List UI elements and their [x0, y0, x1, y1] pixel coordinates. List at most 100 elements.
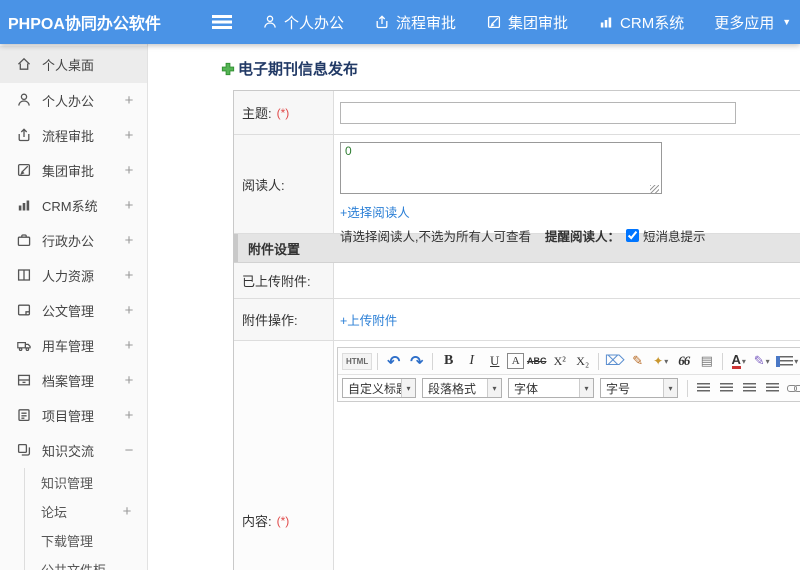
font-style-box-button[interactable]: A	[507, 353, 525, 369]
ordered-list-button[interactable]: ▾	[774, 351, 798, 371]
sidebar-item-vehicle-mgmt[interactable]: 用车管理 +	[0, 328, 147, 363]
required-mark: (*)	[276, 513, 290, 528]
expand-plus-icon[interactable]: +	[123, 197, 135, 214]
bold-button[interactable]: B	[438, 351, 459, 371]
remove-format-eraser-icon[interactable]: ⌦	[604, 351, 625, 371]
justify-icon	[766, 383, 779, 393]
subscript-button[interactable]: X₂	[572, 351, 593, 371]
blockquote-button[interactable]: 66	[673, 351, 694, 371]
sidebar-item-label: 公文管理	[42, 304, 95, 319]
user-icon	[16, 92, 33, 109]
expand-plus-icon[interactable]: +	[123, 407, 135, 424]
format-brush-icon[interactable]: ✎	[627, 351, 648, 371]
subject-input[interactable]	[340, 101, 736, 124]
html-source-button[interactable]: HTML	[342, 352, 373, 370]
sidebar-item-knowledge-exchange[interactable]: 知识交流 −	[0, 433, 147, 468]
expand-plus-icon[interactable]: +	[123, 232, 135, 249]
align-left-button[interactable]	[693, 378, 714, 398]
sidebar-item-label: 集团审批	[42, 164, 95, 179]
sidebar-item-document-mgmt[interactable]: 公文管理 +	[0, 293, 147, 328]
main-content: 电子期刊信息发布 主题: (*) 阅读人: 0 +选择阅读人 请选择阅读人,不选…	[148, 44, 800, 570]
attachment-action-label: 附件操作:	[234, 299, 334, 340]
align-right-button[interactable]	[739, 378, 760, 398]
justify-button[interactable]	[762, 378, 783, 398]
underline-button[interactable]: U	[484, 351, 505, 371]
editor-content-area[interactable]	[337, 402, 800, 570]
expand-plus-icon[interactable]: +	[121, 503, 133, 520]
sidebar-item-hr[interactable]: 人力资源 +	[0, 258, 147, 293]
nav-group-approval[interactable]: 集团审批	[486, 12, 568, 33]
add-plus-icon	[221, 62, 235, 76]
paste-template-icon[interactable]: ▤	[696, 351, 717, 371]
subject-label: 主题: (*)	[234, 91, 334, 134]
superscript-button[interactable]: X²	[549, 351, 570, 371]
hamburger-menu-icon[interactable]	[212, 15, 232, 29]
font-family-select[interactable]: 字体 ▾	[508, 378, 594, 398]
sidebar-subitem-public-file-cabinet[interactable]: 公共文件柜	[25, 555, 147, 570]
clipboard-icon	[16, 407, 33, 424]
remind-readers-label: 提醒阅读人：	[544, 230, 620, 244]
readers-textarea[interactable]: 0	[340, 142, 662, 194]
caret-down-icon: ▾	[487, 379, 501, 397]
nav-personal-office[interactable]: 个人办公	[262, 12, 344, 33]
expand-plus-icon[interactable]: +	[123, 92, 135, 109]
expand-plus-icon[interactable]: +	[123, 302, 135, 319]
edit-icon	[486, 14, 502, 30]
select-readers-link[interactable]: +选择阅读人	[340, 202, 410, 221]
expand-plus-icon[interactable]: +	[123, 372, 135, 389]
caret-down-icon: ▼	[782, 17, 792, 27]
link-button[interactable]	[785, 378, 800, 398]
nav-more-apps[interactable]: 更多应用 ▼	[714, 12, 791, 33]
sidebar-subitem-label: 知识管理	[41, 476, 94, 491]
expand-plus-icon[interactable]: +	[123, 267, 135, 284]
readers-label: 阅读人:	[234, 135, 334, 233]
uploaded-attachments-label: 已上传附件:	[234, 263, 334, 298]
sidebar-item-project-mgmt[interactable]: 项目管理 +	[0, 398, 147, 433]
readers-textarea-wrap: 0	[340, 142, 662, 199]
heading-select[interactable]: 自定义标题▾	[342, 378, 416, 398]
sidebar-item-admin-office[interactable]: 行政办公 +	[0, 223, 147, 258]
paragraph-format-select[interactable]: 段落格式 ▾	[422, 378, 502, 398]
magic-wand-button[interactable]: ✦ ▾	[650, 351, 671, 371]
sidebar-item-personal-desktop[interactable]: 个人桌面	[0, 46, 147, 83]
font-color-button[interactable]: A ▾	[728, 351, 749, 371]
sms-checkbox[interactable]	[626, 229, 639, 242]
expand-plus-icon[interactable]: +	[123, 162, 135, 179]
sidebar-item-workflow-approval[interactable]: 流程审批 +	[0, 118, 147, 153]
nav-workflow-approval[interactable]: 流程审批	[374, 12, 456, 33]
highlight-pen-button[interactable]: ✎ ▾	[751, 351, 772, 371]
font-size-select[interactable]: 字号 ▾	[600, 378, 678, 398]
readers-row: 阅读人: 0 +选择阅读人 请选择阅读人,不选为所有人可查看 提醒阅读人： 短消…	[234, 135, 800, 244]
sidebar-item-personal-office[interactable]: 个人办公 +	[0, 83, 147, 118]
sidebar-subitem-knowledge-mgmt[interactable]: 知识管理	[25, 468, 147, 497]
ordered-list-icon	[776, 355, 794, 367]
caret-down-icon: ▾	[663, 379, 677, 397]
separator	[687, 379, 688, 397]
expand-plus-icon[interactable]: +	[123, 337, 135, 354]
sidebar-subitem-forum[interactable]: 论坛 +	[25, 497, 147, 526]
home-icon	[16, 56, 33, 73]
sidebar-item-crm[interactable]: CRM系统 +	[0, 188, 147, 223]
undo-button[interactable]: ↶	[383, 351, 404, 371]
sidebar-subitem-download-mgmt[interactable]: 下载管理	[25, 526, 147, 555]
upload-attachment-link[interactable]: +上传附件	[340, 310, 397, 329]
sidebar-item-label: CRM系统	[42, 199, 98, 214]
nav-label: CRM系统	[620, 14, 685, 32]
page-title: 电子期刊信息发布	[221, 58, 358, 79]
separator	[377, 352, 379, 370]
separator	[722, 352, 724, 370]
sidebar-item-group-approval[interactable]: 集团审批 +	[0, 153, 147, 188]
expand-plus-icon[interactable]: +	[123, 127, 135, 144]
sidebar-item-archive-mgmt[interactable]: 档案管理 +	[0, 363, 147, 398]
nav-label: 更多应用	[714, 14, 775, 32]
document-icon	[16, 302, 33, 319]
nav-crm[interactable]: CRM系统	[598, 12, 684, 33]
align-right-icon	[743, 383, 756, 393]
italic-button[interactable]: I	[461, 351, 482, 371]
redo-button[interactable]: ↷	[406, 351, 427, 371]
book-icon	[16, 267, 33, 284]
caret-down-icon: ▾	[765, 356, 770, 366]
align-center-button[interactable]	[716, 378, 737, 398]
collapse-minus-icon[interactable]: −	[123, 442, 135, 459]
strikethrough-button[interactable]: ABC	[526, 351, 547, 371]
